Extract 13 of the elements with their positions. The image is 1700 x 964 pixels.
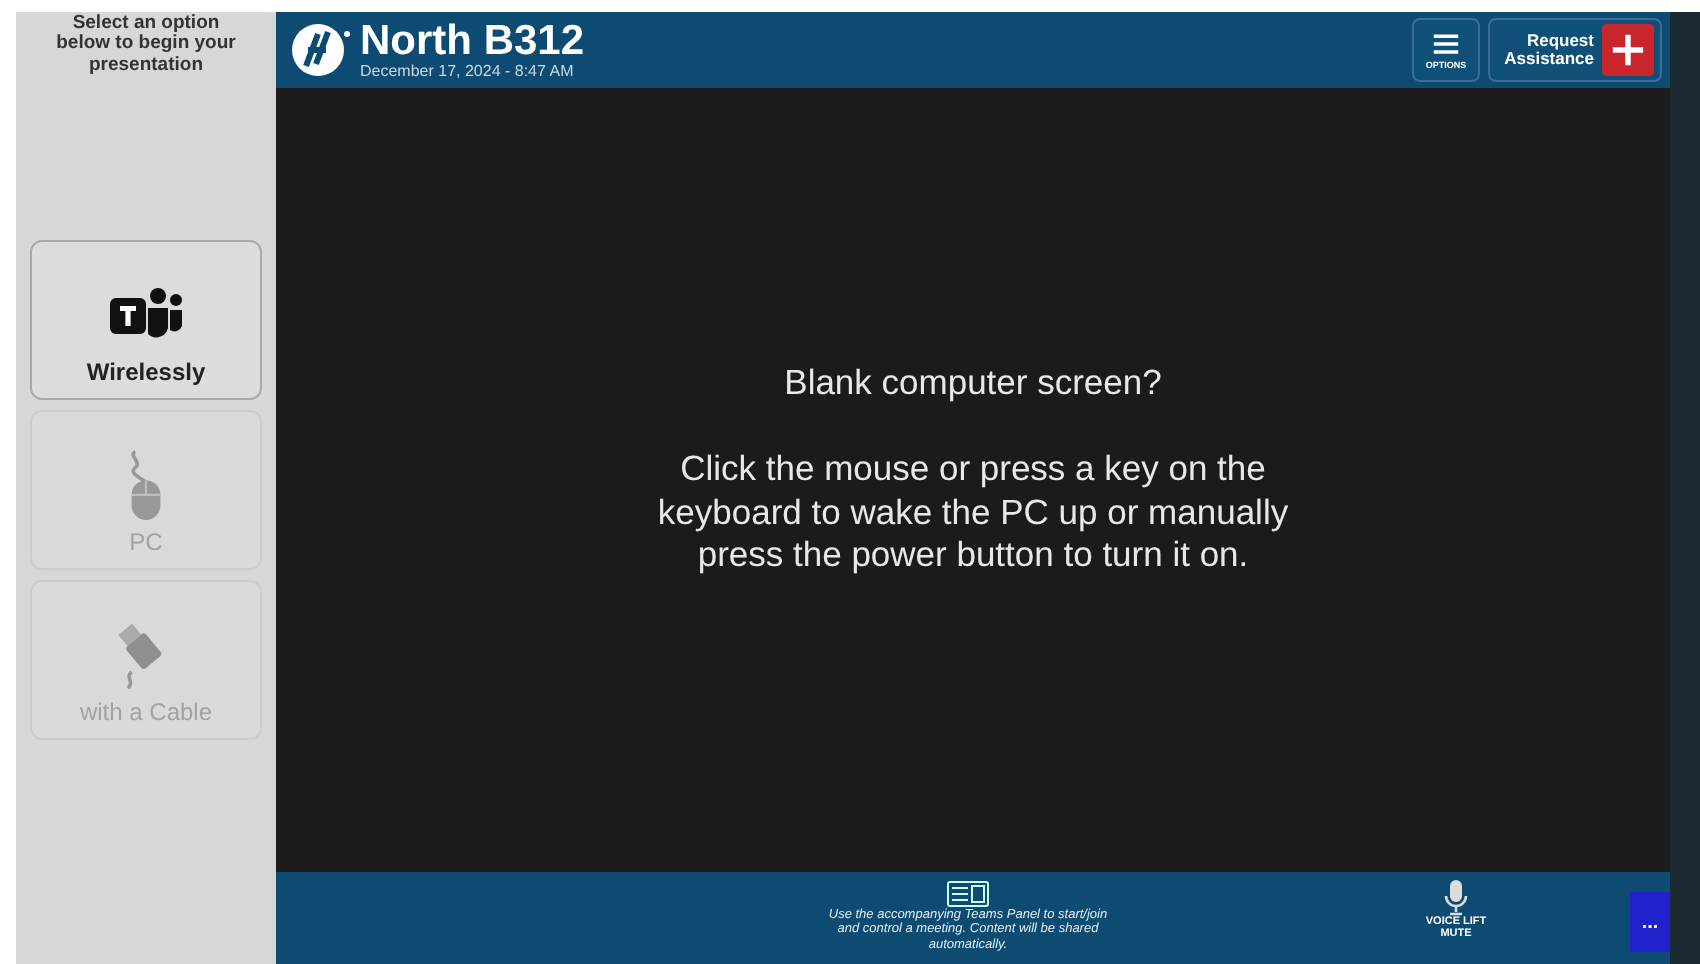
menu-icon	[1432, 31, 1460, 55]
message-text: Click the mouse or press a key on the keyboard to wake the PC up or manually press the power button to turn it on.	[655, 448, 1291, 578]
message-heading: Blank computer screen?	[784, 362, 1162, 405]
date-time: December 17, 2024 - 8:47 AM	[360, 62, 576, 80]
instruction-text: Select an option below to begin your presentation	[54, 14, 238, 77]
microphone-icon	[1444, 880, 1468, 916]
more-button[interactable]: ...	[1630, 892, 1670, 952]
logo-icon	[288, 20, 352, 80]
panel-icon	[946, 880, 990, 908]
plus-icon	[1602, 24, 1654, 76]
room-title: North B312	[360, 20, 587, 62]
source-button[interactable]: Wirelessly	[30, 240, 262, 401]
request-assistance-button[interactable]: Request Assistance	[1488, 18, 1662, 82]
